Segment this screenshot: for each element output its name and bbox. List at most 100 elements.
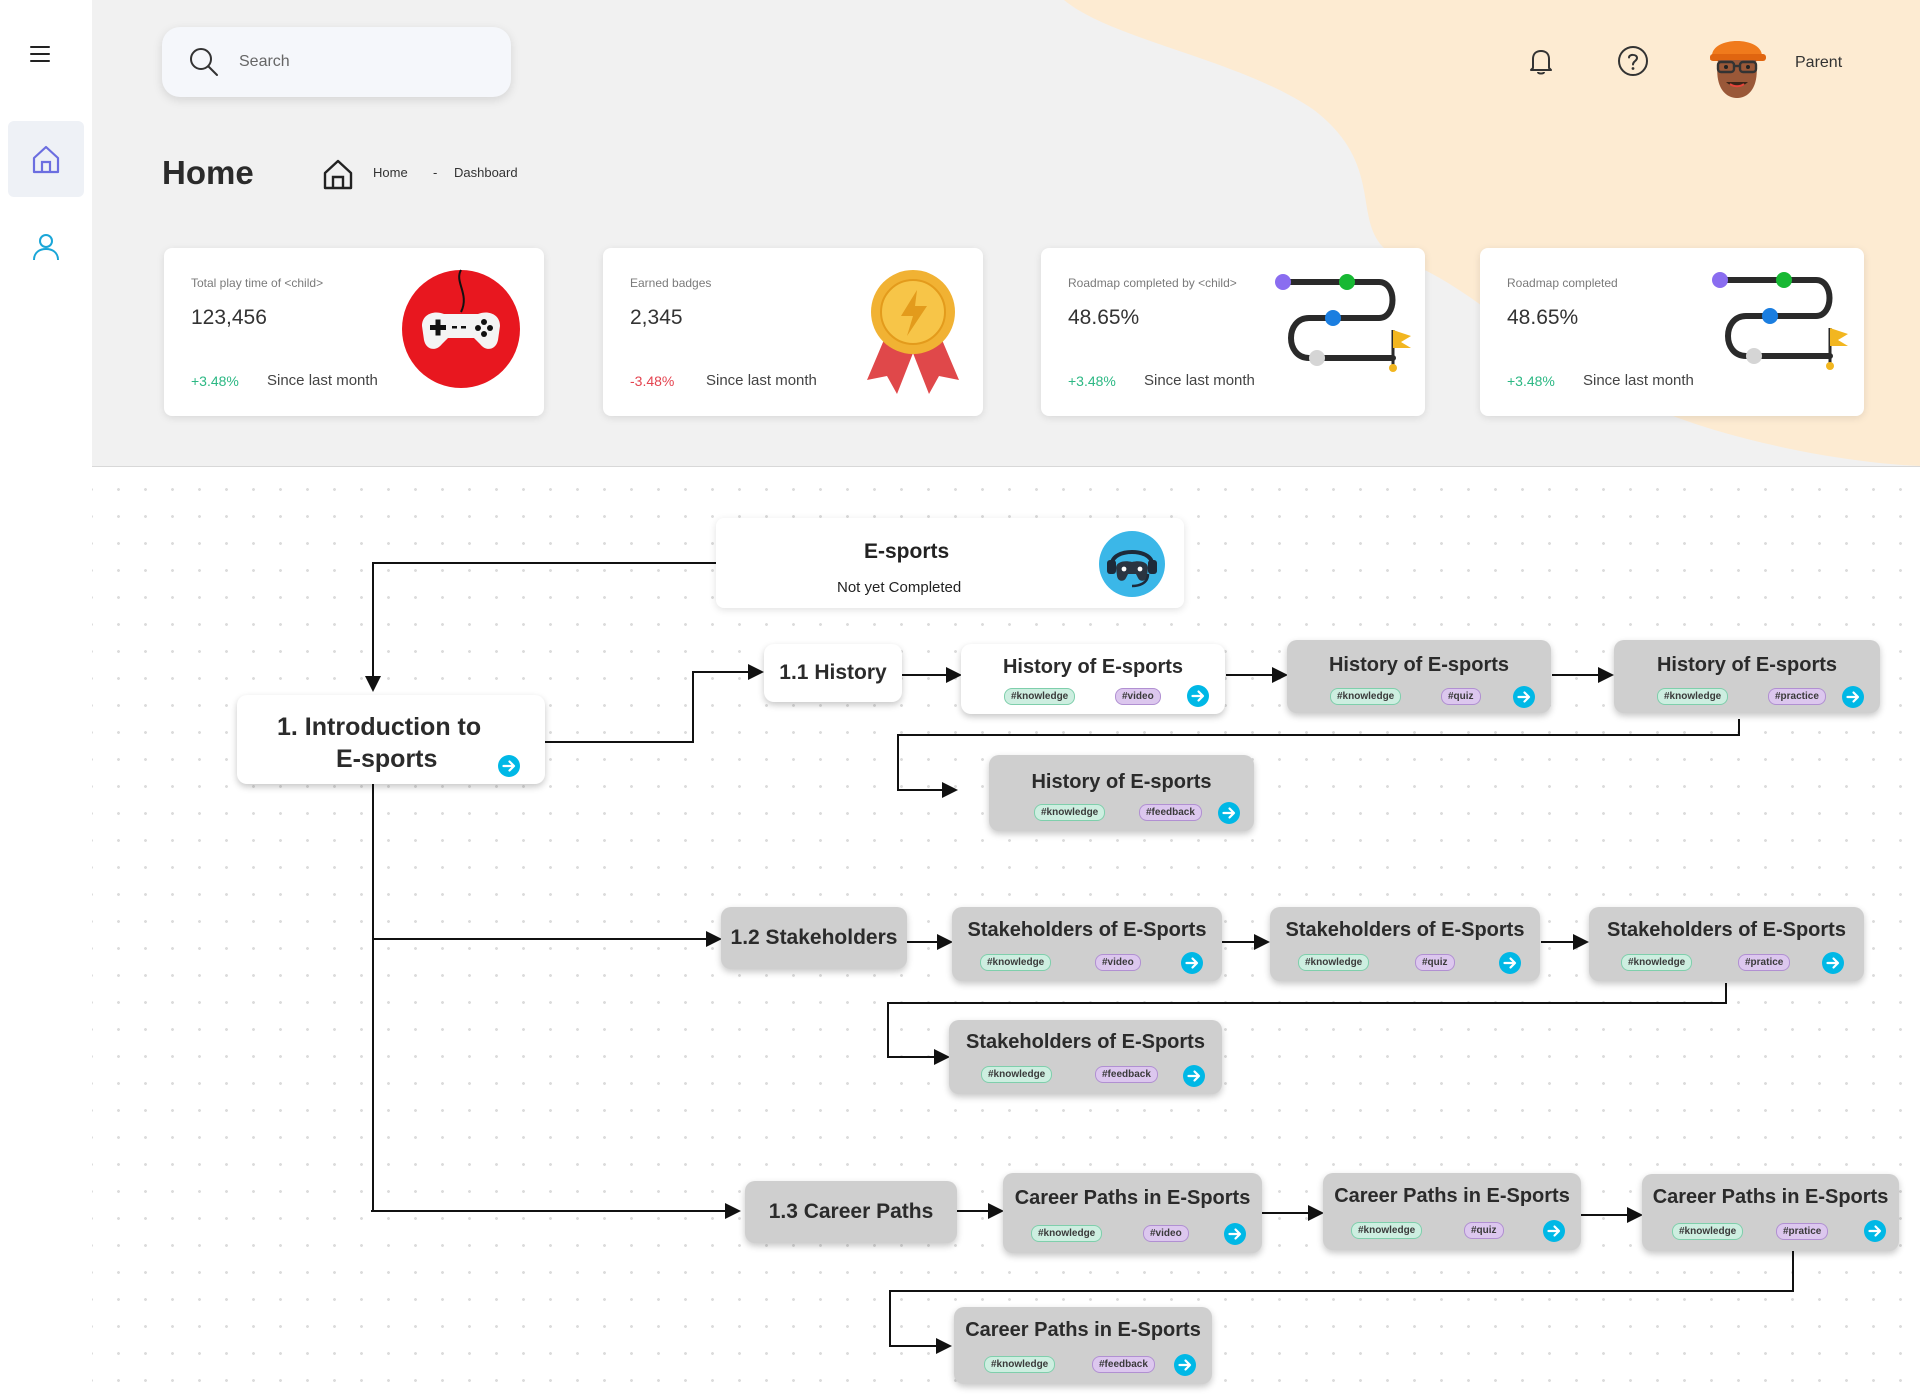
tag-activity: #video — [1143, 1225, 1189, 1242]
breadcrumb-home-icon[interactable] — [322, 158, 354, 190]
home-icon — [32, 145, 60, 174]
lesson-title: Career Paths in E-Sports — [965, 1319, 1201, 1341]
section-title: 1.3 Career Paths — [768, 1200, 934, 1223]
arrow-right-icon[interactable] — [1174, 1354, 1196, 1376]
help-icon[interactable] — [1616, 44, 1650, 78]
lesson-title: Stakeholders of E-Sports — [1607, 919, 1846, 941]
lesson-card[interactable]: History of E-sports #knowledge #quiz — [1287, 640, 1551, 713]
tag-activity: #feedback — [1092, 1356, 1155, 1373]
gamepad-icon — [402, 269, 520, 388]
stat-card-badges: Earned badges 2,345 -3.48% Since last mo… — [603, 248, 983, 416]
sidebar-item-home[interactable] — [8, 121, 84, 197]
lesson-card[interactable]: Stakeholders of E-Sports #knowledge #pra… — [1589, 907, 1864, 981]
arrow-right-icon[interactable] — [1543, 1220, 1565, 1242]
lesson-card[interactable]: Stakeholders of E-Sports #knowledge #qui… — [1270, 907, 1540, 981]
sidebar-item-profile[interactable] — [8, 209, 84, 285]
lesson-title: History of E-sports — [1002, 656, 1184, 678]
lesson-card[interactable]: Career Paths in E-Sports #knowledge #pra… — [1642, 1174, 1899, 1251]
module-intro-esports[interactable]: 1. Introduction to E-sports — [237, 695, 545, 784]
tag-knowledge: #knowledge — [1298, 954, 1370, 971]
tag-activity: #feedback — [1095, 1066, 1158, 1083]
arrow-right-icon[interactable] — [1181, 952, 1203, 974]
tag-activity: #quiz — [1464, 1222, 1504, 1239]
breadcrumb-home[interactable]: Home — [373, 165, 408, 180]
lesson-title: History of E-sports — [1656, 654, 1838, 676]
tag-activity: #video — [1115, 688, 1161, 705]
root-title: E-sports — [864, 540, 950, 563]
tag-activity: #pratice — [1738, 954, 1791, 971]
arrow-right-icon[interactable] — [1183, 1065, 1205, 1087]
arrow-right-icon[interactable] — [1822, 952, 1844, 974]
section-title: 1.1 History — [779, 661, 887, 684]
lesson-title: Stakeholders of E-Sports — [966, 1031, 1205, 1053]
tag-knowledge: #knowledge — [1657, 688, 1729, 705]
lesson-title: History of E-sports — [1031, 771, 1212, 793]
tag-knowledge: #knowledge — [1031, 1225, 1103, 1242]
tag-activity: #quiz — [1415, 954, 1455, 971]
tag-knowledge: #knowledge — [1672, 1223, 1744, 1240]
tag-activity: #video — [1095, 954, 1141, 971]
stat-change: +3.48% — [1507, 373, 1555, 389]
section-title: 1.2 Stakeholders — [730, 926, 898, 949]
lesson-title: Career Paths in E-Sports — [1014, 1187, 1251, 1209]
section-career-paths[interactable]: 1.3 Career Paths — [745, 1181, 957, 1243]
tag-knowledge: #knowledge — [1621, 954, 1693, 971]
lesson-card[interactable]: Stakeholders of E-Sports #knowledge #fee… — [949, 1020, 1222, 1094]
arrow-right-icon[interactable] — [1499, 952, 1521, 974]
esports-headset-icon — [1099, 531, 1165, 597]
search-input[interactable] — [237, 52, 461, 72]
bell-icon[interactable] — [1524, 44, 1558, 78]
tag-activity: #feedback — [1139, 804, 1202, 821]
tag-knowledge: #knowledge — [1330, 688, 1402, 705]
stat-since: Since last month — [267, 372, 378, 389]
arrow-right-icon[interactable] — [1842, 686, 1864, 708]
lesson-card[interactable]: Career Paths in E-Sports #knowledge #vid… — [1003, 1173, 1262, 1253]
lesson-title: Stakeholders of E-Sports — [1285, 919, 1525, 941]
lesson-card[interactable]: Career Paths in E-Sports #knowledge #qui… — [1323, 1173, 1581, 1250]
arrow-right-icon[interactable] — [498, 755, 520, 777]
stat-value: 2,345 — [630, 306, 683, 329]
stat-card-roadmap-child: Roadmap completed by <child> 48.65% +3.4… — [1041, 248, 1425, 416]
user-icon — [33, 234, 59, 261]
stat-label: Roadmap completed by <child> — [1068, 276, 1237, 290]
breadcrumb-current: Dashboard — [454, 165, 518, 180]
arrow-right-icon[interactable] — [1513, 686, 1535, 708]
lesson-card[interactable]: Career Paths in E-Sports #knowledge #fee… — [954, 1307, 1212, 1384]
arrow-right-icon[interactable] — [1187, 685, 1209, 707]
lesson-card[interactable]: Stakeholders of E-Sports #knowledge #vid… — [952, 907, 1222, 981]
stat-card-play-time: Total play time of <child> 123,456 +3.48… — [164, 248, 544, 416]
stat-value: 48.65% — [1068, 306, 1140, 329]
arrow-right-icon[interactable] — [1864, 1220, 1886, 1242]
lesson-card[interactable]: History of E-sports #knowledge #practice — [1614, 640, 1880, 713]
tag-activity: #pratice — [1776, 1223, 1829, 1240]
search-bar[interactable] — [162, 27, 511, 97]
user-name[interactable]: Parent — [1795, 54, 1842, 72]
root-status: Not yet Completed — [837, 579, 962, 596]
stat-value: 48.65% — [1507, 306, 1579, 329]
stat-change: +3.48% — [1068, 373, 1116, 389]
tag-activity: #practice — [1768, 688, 1826, 705]
menu-icon[interactable] — [30, 46, 50, 62]
stat-card-roadmap: Roadmap completed 48.65% +3.48% Since la… — [1480, 248, 1864, 416]
tag-knowledge: #knowledge — [980, 954, 1052, 971]
tag-knowledge: #knowledge — [1351, 1222, 1423, 1239]
lesson-title: Stakeholders of E-Sports — [967, 919, 1207, 941]
tag-knowledge: #knowledge — [984, 1356, 1056, 1373]
tag-activity: #quiz — [1441, 688, 1481, 705]
tag-knowledge: #knowledge — [1034, 804, 1106, 821]
avatar[interactable] — [1704, 26, 1770, 100]
sidebar — [0, 0, 93, 466]
arrow-right-icon[interactable] — [1218, 802, 1240, 824]
lesson-card[interactable]: History of E-sports #knowledge #video — [961, 644, 1225, 714]
badge-icon — [867, 270, 959, 394]
arrow-right-icon[interactable] — [1224, 1223, 1246, 1245]
section-history[interactable]: 1.1 History — [764, 644, 902, 702]
roadmap-root-esports[interactable]: E-sports Not yet Completed — [716, 518, 1184, 608]
stat-change: +3.48% — [191, 373, 239, 389]
roadmap-icon — [1712, 272, 1848, 370]
stat-since: Since last month — [1144, 372, 1255, 389]
page-title: Home — [162, 154, 254, 191]
section-stakeholders[interactable]: 1.2 Stakeholders — [721, 907, 907, 969]
lesson-card[interactable]: History of E-sports #knowledge #feedback — [989, 755, 1254, 831]
stat-label: Roadmap completed — [1507, 276, 1618, 290]
